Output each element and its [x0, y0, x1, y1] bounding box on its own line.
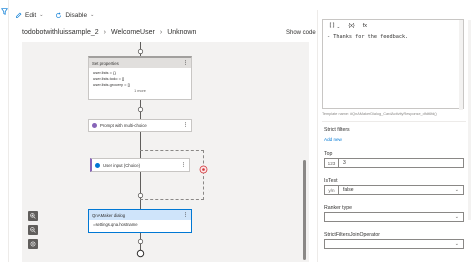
card-header: Prompt with multi-choice ⋮: [89, 120, 191, 131]
show-code-button[interactable]: Show code: [286, 30, 316, 36]
strict-join-label: StrictFiltersJoinOperator: [324, 232, 380, 238]
editor-scrollbar[interactable]: [459, 20, 463, 110]
error-dot-icon: [199, 165, 208, 174]
card-title: QnAMaker dialog: [92, 212, 126, 218]
prompt-card[interactable]: Prompt with multi-choice ⋮: [88, 119, 192, 132]
chevron-down-icon: ⌄: [90, 12, 95, 18]
edit-button[interactable]: Edit ⌄: [9, 12, 49, 19]
more-options-icon[interactable]: ⋮: [183, 123, 188, 128]
filter-icon[interactable]: [1, 8, 8, 15]
more-options-icon[interactable]: ⋮: [183, 60, 188, 66]
istest-label: IsTest: [324, 178, 338, 184]
card-header: QnAMaker dialog ⋮: [89, 210, 191, 220]
card-body: user.lists = {} user.lists.todo = [] use…: [89, 68, 191, 96]
istest-select[interactable]: y/n false ⌄: [324, 185, 464, 195]
pencil-icon: [16, 12, 22, 18]
user-input-icon: [95, 162, 100, 168]
top-value: 3: [343, 160, 346, 166]
function-button[interactable]: fx: [363, 23, 367, 29]
template-button[interactable]: ⌄: [329, 22, 340, 30]
fit-view-icon: [30, 241, 36, 247]
brackets-icon: [329, 22, 335, 28]
set-properties-card[interactable]: Set properties ⋮ user.lists = {} user.li…: [88, 56, 192, 100]
variable-button[interactable]: {x}: [348, 23, 354, 29]
app-root: Edit ⌄ Disable ⌄ todobotwithluissample_2…: [0, 0, 474, 262]
response-editor[interactable]: ⌄ {x} fx - Thanks for the feedback.: [322, 19, 464, 110]
ranker-type-label: Ranker type: [324, 205, 352, 211]
connector-dot: [137, 48, 144, 55]
top-label: Top: [324, 151, 333, 157]
refresh-icon: [56, 12, 62, 18]
chevron-down-icon: ⌄: [336, 24, 341, 29]
card-header: User input (Choice) ⋮: [92, 159, 189, 171]
connector-dot: [137, 106, 144, 113]
breadcrumb-separator: ›: [159, 29, 163, 36]
card-body: =settings.qna.hostname: [93, 222, 138, 227]
left-rail: [0, 0, 9, 262]
chevron-down-icon: ⌄: [454, 214, 459, 220]
number-type-badge[interactable]: 123: [325, 159, 339, 167]
user-input-card[interactable]: User input (Choice) ⋮: [90, 158, 190, 172]
qnamaker-card[interactable]: QnAMaker dialog ⋮ =settings.qna.hostname: [88, 209, 192, 233]
ranker-type-select[interactable]: ⌄: [324, 212, 464, 222]
zoom-in-icon: [30, 213, 36, 219]
card-title: Set properties: [92, 60, 119, 66]
chevron-down-icon: ⌄: [454, 187, 459, 193]
divider: [322, 121, 466, 122]
zoom-out-button[interactable]: [28, 225, 38, 235]
prompt-icon: [92, 123, 97, 128]
card-title: Prompt with multi-choice: [100, 123, 147, 128]
editor-line: - Thanks for the feedback.: [327, 34, 409, 40]
breadcrumb: todobotwithluissample_2 › WelcomeUser › …: [22, 29, 196, 36]
more-options-icon[interactable]: ⋮: [183, 212, 188, 218]
chevron-down-icon: ⌄: [454, 241, 459, 247]
boolean-type-badge[interactable]: y/n: [325, 186, 339, 194]
more-link[interactable]: 1 more: [93, 88, 187, 94]
breadcrumb-separator: ›: [103, 29, 107, 36]
strict-join-select[interactable]: ⌄: [324, 239, 464, 249]
chevron-down-icon: ⌄: [39, 12, 44, 18]
disable-button[interactable]: Disable ⌄: [49, 12, 100, 19]
panel-scrollbar[interactable]: [468, 20, 471, 220]
canvas-scrollbar[interactable]: [303, 160, 306, 260]
strict-filters-label: Strict filters: [324, 127, 350, 133]
top-field[interactable]: 123 3: [324, 158, 464, 168]
end-node-icon: [136, 249, 145, 258]
breadcrumb-item[interactable]: todobotwithluissample_2: [22, 29, 99, 36]
zoom-out-icon: [30, 227, 36, 233]
istest-value: false: [343, 187, 354, 193]
editor-toolbar: ⌄ {x} fx: [323, 20, 463, 32]
connector-dot: [137, 238, 144, 245]
edit-label: Edit: [25, 11, 37, 19]
disable-label: Disable: [65, 11, 88, 19]
add-new-link[interactable]: Add new: [324, 137, 342, 142]
breadcrumb-item[interactable]: Unknown: [167, 29, 196, 36]
fit-to-view-button[interactable]: [28, 239, 38, 249]
template-name-hint: Template name: #QnAMakerDialog_CardActiv…: [322, 112, 437, 116]
zoom-in-button[interactable]: [28, 211, 38, 221]
more-options-icon[interactable]: ⋮: [181, 162, 186, 168]
toolbar: Edit ⌄ Disable ⌄: [9, 6, 100, 24]
card-title: User input (Choice): [103, 162, 141, 168]
card-header: Set properties ⋮: [89, 58, 191, 68]
breadcrumb-item[interactable]: WelcomeUser: [111, 29, 155, 36]
